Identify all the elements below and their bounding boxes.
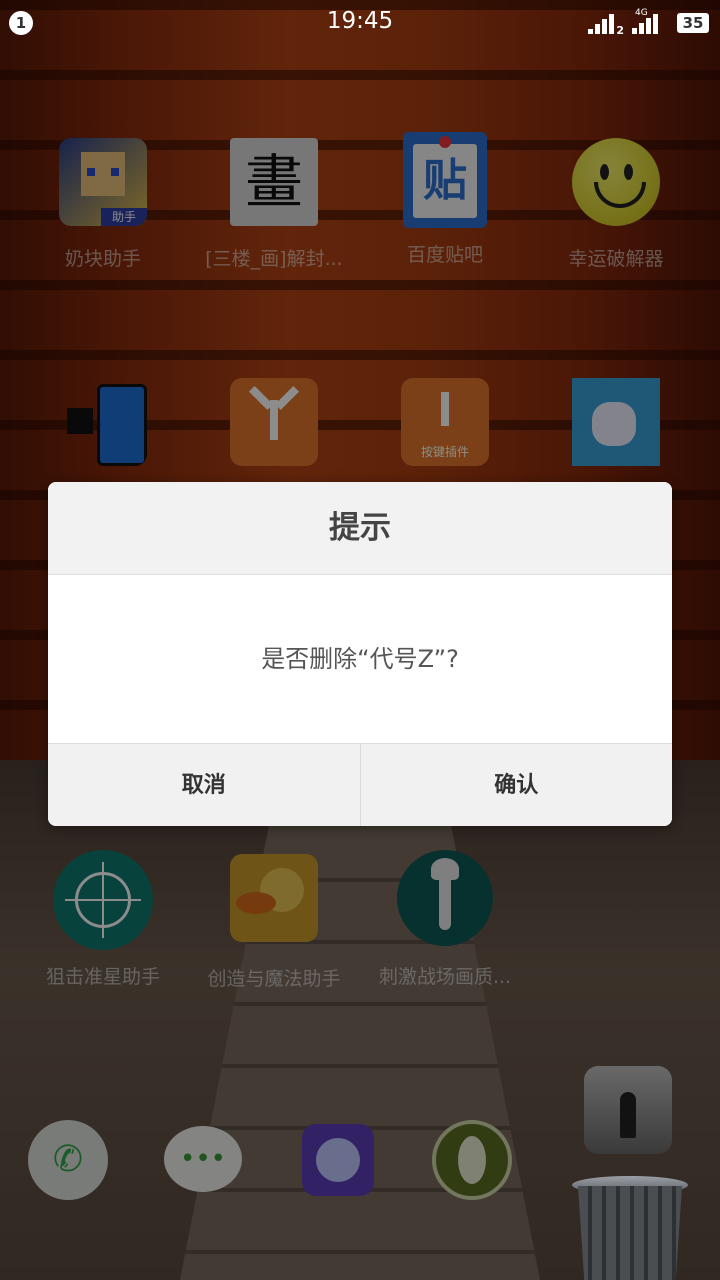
delete-confirm-dialog: 提示 是否删除“代号Z”? 取消 确认	[48, 482, 672, 826]
home-screen: 助手 奶块助手 畫 [三楼_画]解封... 贴 百度贴吧 幸运破解器 按键插件 …	[0, 0, 720, 1280]
signal-4g-icon: 4G	[632, 8, 666, 34]
status-bar: 1 19:45 2 4G 35	[0, 0, 720, 46]
dialog-message: 是否删除“代号Z”?	[48, 575, 672, 744]
dialog-title: 提示	[48, 482, 672, 575]
signal-sim2-icon: 2	[588, 12, 624, 37]
trash-can-icon[interactable]	[572, 1176, 688, 1280]
dialog-buttons: 取消 确认	[48, 744, 672, 826]
battery-indicator: 35	[677, 13, 709, 33]
confirm-button[interactable]: 确认	[359, 744, 673, 826]
cancel-button[interactable]: 取消	[48, 744, 360, 826]
